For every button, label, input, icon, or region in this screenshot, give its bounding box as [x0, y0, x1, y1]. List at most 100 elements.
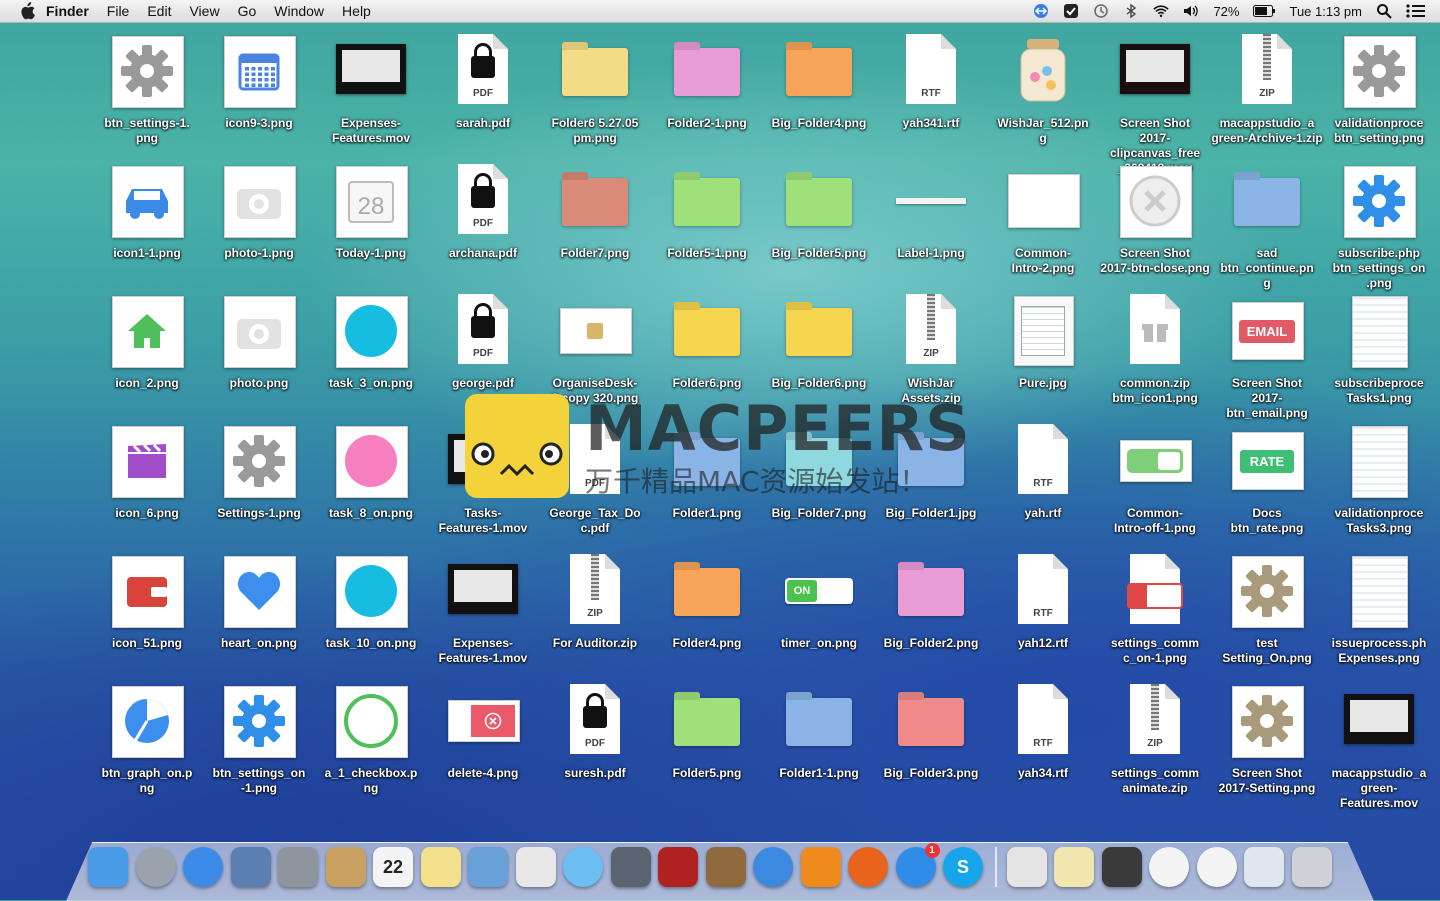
desktop-item[interactable]: settings_comm c_on-1.png	[1099, 554, 1211, 666]
skype-icon[interactable]: S	[943, 847, 983, 887]
desktop-item[interactable]: subscribeproce Tasks1.png	[1323, 294, 1435, 406]
desktop-item[interactable]: Expenses- Features-1.mov	[427, 554, 539, 666]
firefox-window-icon[interactable]	[1196, 847, 1237, 887]
menu-go[interactable]: Go	[238, 3, 257, 19]
desktop-item[interactable]: Settings-1.png	[203, 424, 315, 521]
desktop-item[interactable]: PDF suresh.pdf	[539, 684, 651, 781]
safari-window-icon[interactable]	[1149, 847, 1189, 887]
desktop-item[interactable]: test Setting_On.png	[1211, 554, 1323, 666]
battery-percent[interactable]: 72%	[1213, 4, 1239, 19]
desktop-item[interactable]: task_10_on.png	[315, 554, 427, 651]
desktop-item[interactable]: validationproce btn_setting.png	[1323, 34, 1435, 146]
desktop-item[interactable]: PDF archana.pdf	[427, 164, 539, 261]
desktop-item[interactable]: task_3_on.png	[315, 294, 427, 391]
desktop-item[interactable]: ZIP For Auditor.zip	[539, 554, 651, 651]
desktop-item[interactable]: EMAIL Screen Shot 2017-btn_email.png	[1211, 294, 1323, 421]
desktop-item[interactable]: photo-1.png	[203, 164, 315, 261]
desktop-item[interactable]: btn_graph_on.p ng	[91, 684, 203, 796]
desktop-item[interactable]: RATE Docs btn_rate.png	[1211, 424, 1323, 536]
dashboard-icon[interactable]	[1063, 3, 1079, 19]
desktop-item[interactable]: Tasks- Features-1.mov	[427, 424, 539, 536]
desktop-item[interactable]: Folder2-1.png	[651, 34, 763, 131]
desktop-item[interactable]: OrganiseDesk- 3 copy 320.png	[539, 294, 651, 406]
itunes-icon[interactable]	[753, 847, 793, 887]
desktop-item[interactable]: heart_on.png	[203, 554, 315, 651]
system-preferences-icon[interactable]	[278, 847, 318, 887]
desktop-item[interactable]: Folder6 5.27.05 pm.png	[539, 34, 651, 146]
desktop-item[interactable]: Folder7.png	[539, 164, 651, 261]
desktop-item[interactable]: Big_Folder4.png	[763, 34, 875, 131]
desktop-item[interactable]: Big_Folder2.png	[875, 554, 987, 651]
firefox-icon[interactable]	[848, 847, 888, 887]
desktop-item[interactable]: Big_Folder6.png	[763, 294, 875, 391]
desktop-item[interactable]: RTF yah34.rtf	[987, 684, 1099, 781]
app-store-icon[interactable]: 1	[895, 843, 940, 887]
screenshot-window-icon[interactable]	[1244, 847, 1284, 887]
app-menu-finder[interactable]: Finder	[46, 3, 89, 19]
desktop-item[interactable]: PDF George_Tax_Do c.pdf	[539, 424, 651, 536]
desktop-item[interactable]: icon9-3.png	[203, 34, 315, 131]
desktop-item[interactable]: Screen Shot 2017-btn-close.png	[1099, 164, 1211, 276]
desktop-item[interactable]: common.zip btm_icon1.png	[1099, 294, 1211, 406]
desktop-item[interactable]: subscribe.php btn_settings_on .png	[1323, 164, 1435, 291]
calendar-icon[interactable]: 22	[373, 847, 413, 887]
trash-icon[interactable]	[1291, 847, 1332, 887]
desktop-item[interactable]: PDF george.pdf	[427, 294, 539, 391]
menubar-clock[interactable]: Tue 1:13 pm	[1289, 4, 1362, 19]
safari-icon[interactable]	[183, 847, 223, 887]
desktop-item[interactable]: delete-4.png	[427, 684, 539, 781]
volume-icon[interactable]	[1183, 3, 1199, 19]
desktop-item[interactable]: Big_Folder3.png	[875, 684, 987, 781]
desktop-item[interactable]: Folder6.png	[651, 294, 763, 391]
desktop-item[interactable]: icon_6.png	[91, 424, 203, 521]
menu-edit[interactable]: Edit	[147, 3, 171, 19]
document-stack-icon[interactable]	[1006, 847, 1047, 887]
desktop-item[interactable]: Common- Intro-off-1.png	[1099, 424, 1211, 536]
desktop-item[interactable]: a_1_checkbox.p ng	[315, 684, 427, 796]
desktop-item[interactable]: Label-1.png	[875, 164, 987, 261]
desktop-item[interactable]: Big_Folder5.png	[763, 164, 875, 261]
desktop-item[interactable]: validationproce Tasks3.png	[1323, 424, 1435, 536]
desktop-item[interactable]: Pure.jpg	[987, 294, 1099, 391]
contacts-icon[interactable]	[325, 847, 366, 887]
desktop-item[interactable]: issueprocess.ph Expenses.png	[1323, 554, 1435, 666]
notes-icon[interactable]	[420, 847, 461, 887]
spotlight-icon[interactable]	[1376, 3, 1392, 19]
desktop-item[interactable]: Expenses- Features.mov	[315, 34, 427, 146]
finder-icon[interactable]	[88, 847, 128, 887]
menu-help[interactable]: Help	[342, 3, 371, 19]
desktop-item[interactable]: icon1-1.png	[91, 164, 203, 261]
iphoto-icon[interactable]	[705, 847, 746, 887]
photo-booth-icon[interactable]	[658, 847, 698, 887]
desktop-item[interactable]: WishJar_512.pn g	[987, 34, 1099, 146]
desktop-item[interactable]: ON timer_on.png	[763, 554, 875, 651]
desktop-item[interactable]: Screen Shot 2017-clipcanvas_free _268418…	[1099, 34, 1211, 176]
desktop-item[interactable]: Screen Shot 2017-Setting.png	[1211, 684, 1323, 796]
menu-window[interactable]: Window	[274, 3, 324, 19]
desktop-item[interactable]: btn_settings-1. png	[91, 34, 203, 146]
desktop-item[interactable]: 28 Today-1.png	[315, 164, 427, 261]
desktop-item[interactable]: RTF yah12.rtf	[987, 554, 1099, 651]
messages-icon[interactable]	[563, 847, 603, 887]
desktop-item[interactable]: Folder1-1.png	[763, 684, 875, 781]
wifi-icon[interactable]	[1153, 3, 1170, 19]
screenshot-stack-icon[interactable]	[1101, 847, 1142, 887]
desktop-item[interactable]: btn_settings_on -1.png	[203, 684, 315, 796]
menu-file[interactable]: File	[107, 3, 130, 19]
desktop-item[interactable]: Big_Folder7.png	[763, 424, 875, 521]
desktop-item[interactable]: ZIP WishJar Assets.zip	[875, 294, 987, 406]
teamviewer-icon[interactable]	[1033, 3, 1049, 19]
desktop-item[interactable]: Folder5.png	[651, 684, 763, 781]
desktop-item[interactable]: PDF sarah.pdf	[427, 34, 539, 131]
desktop-item[interactable]: RTF yah.rtf	[987, 424, 1099, 521]
bluetooth-icon[interactable]	[1123, 3, 1139, 19]
desktop-item[interactable]: task_8_on.png	[315, 424, 427, 521]
desktop-item[interactable]: icon_51.png	[91, 554, 203, 651]
desktop-item[interactable]: RTF yah341.rtf	[875, 34, 987, 131]
ibooks-icon[interactable]	[800, 847, 841, 887]
battery-icon[interactable]	[1253, 3, 1276, 19]
notification-center-icon[interactable]	[1406, 3, 1426, 19]
notes-stack-icon[interactable]	[1054, 847, 1094, 887]
desktop-item[interactable]: Folder4.png	[651, 554, 763, 651]
desktop-item[interactable]: Folder5-1.png	[651, 164, 763, 261]
